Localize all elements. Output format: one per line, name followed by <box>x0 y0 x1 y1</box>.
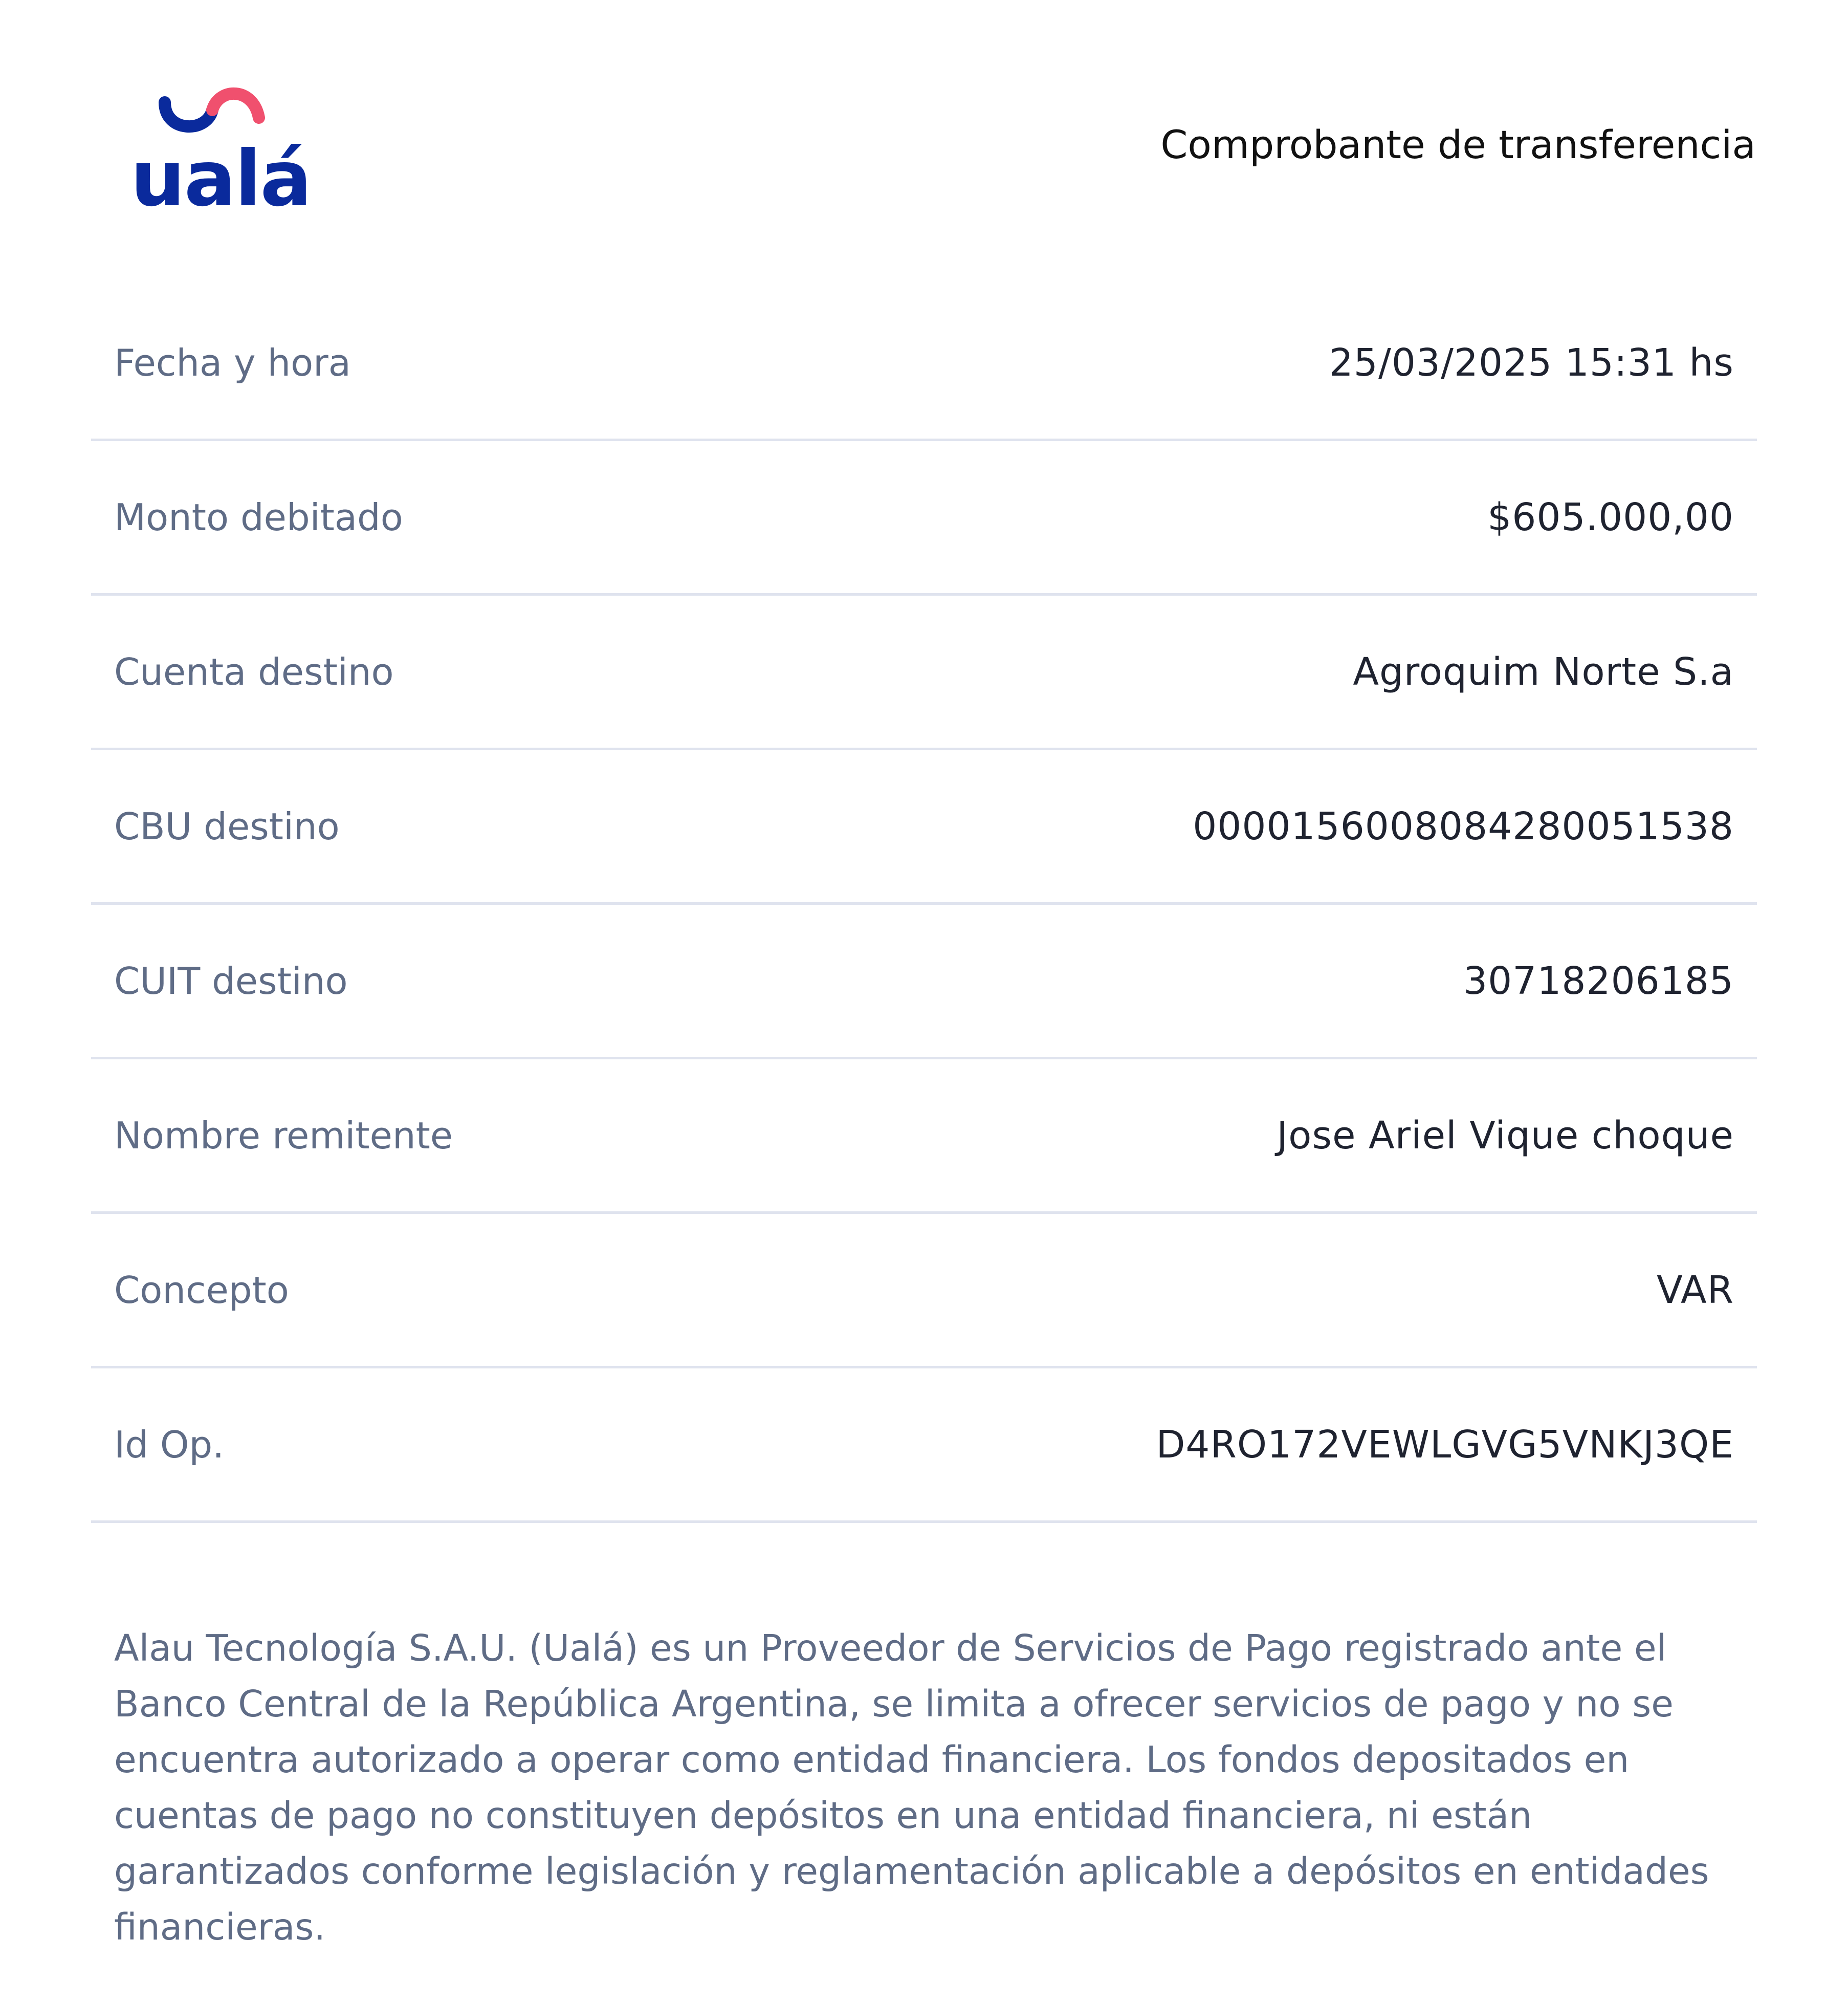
detail-value: Agroquim Norte S.a <box>1353 649 1734 694</box>
detail-label: Nombre remitente <box>114 1114 453 1157</box>
detail-label: Id Op. <box>114 1423 225 1466</box>
detail-row-cbu: CBU destino 0000156008084280051538 <box>91 750 1757 905</box>
detail-value: Jose Ariel Vique choque <box>1277 1113 1734 1158</box>
detail-label: Concepto <box>114 1268 289 1312</box>
detail-row-cuit: CUIT destino 30718206185 <box>91 905 1757 1059</box>
detail-label: Monto debitado <box>114 495 403 539</box>
uala-wordmark: ualá <box>130 135 312 224</box>
detail-row-remitente: Nombre remitente Jose Ariel Vique choque <box>91 1059 1757 1214</box>
detail-label: Fecha y hora <box>114 341 351 384</box>
document-title: Comprobante de transferencia <box>1160 122 1756 167</box>
detail-label: CUIT destino <box>114 959 348 1003</box>
legal-disclaimer: Alau Tecnología S.A.U. (Ualá) es un Prov… <box>114 1627 1709 1948</box>
uala-logo-mark-icon <box>159 88 265 133</box>
detail-value: 30718206185 <box>1463 959 1734 1003</box>
detail-value: VAR <box>1657 1268 1734 1312</box>
detail-row-cuenta: Cuenta destino Agroquim Norte S.a <box>91 596 1757 750</box>
detail-label: Cuenta destino <box>114 650 394 693</box>
detail-label: CBU destino <box>114 804 340 848</box>
detail-row-concepto: Concepto VAR <box>91 1214 1757 1368</box>
detail-row-monto: Monto debitado $605.000,00 <box>91 441 1757 596</box>
detail-value: 0000156008084280051538 <box>1193 804 1734 848</box>
uala-logo: ualá <box>130 82 312 217</box>
detail-row-id-op: Id Op. D4RO172VEWLGVG5VNKJ3QE <box>91 1368 1757 1523</box>
detail-row-fecha: Fecha y hora 25/03/2025 15:31 hs <box>91 287 1757 441</box>
transfer-details: Fecha y hora 25/03/2025 15:31 hs Monto d… <box>91 287 1757 1523</box>
detail-value: D4RO172VEWLGVG5VNKJ3QE <box>1156 1422 1734 1467</box>
detail-value: 25/03/2025 15:31 hs <box>1329 340 1734 385</box>
detail-value: $605.000,00 <box>1487 495 1734 539</box>
